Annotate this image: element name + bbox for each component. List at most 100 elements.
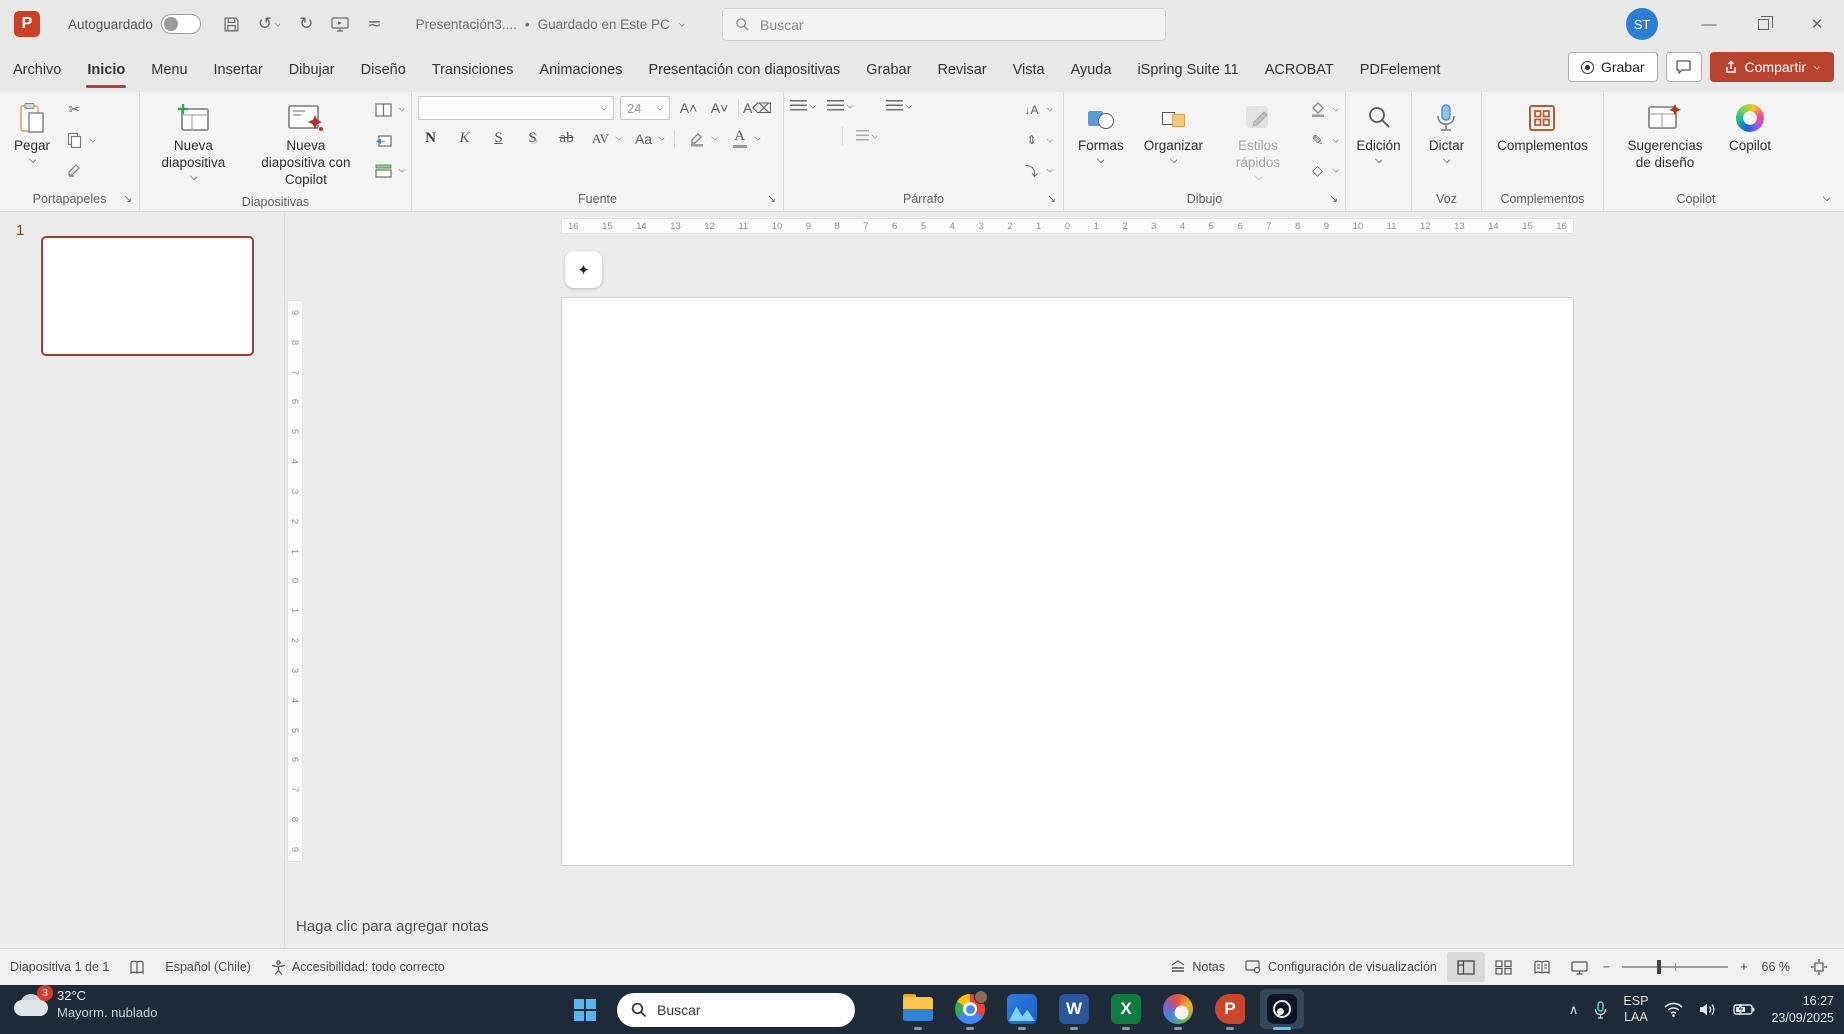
view-slideshow-button[interactable] — [1561, 952, 1599, 982]
shrink-font-button[interactable]: A˅ — [707, 97, 732, 120]
ribbon-tab[interactable]: Ayuda — [1058, 54, 1125, 86]
user-avatar[interactable]: ST — [1626, 8, 1658, 40]
highlight-chevron-icon[interactable] — [711, 134, 718, 141]
vertical-ruler[interactable]: 9 8 7 6 5 4 3 2 1 0 1 2 3 4 5 6 7 8 9 — [287, 300, 303, 862]
text-highlight-button[interactable] — [684, 127, 709, 150]
document-title[interactable]: Presentación3.... • Guardado en Este PC — [416, 17, 685, 32]
reset-slide-button[interactable] — [371, 129, 396, 152]
language-button[interactable]: Español (Chile) — [155, 949, 260, 985]
ribbon-tab[interactable]: Dibujar — [276, 54, 348, 86]
ribbon-tab[interactable]: Transiciones — [419, 54, 527, 86]
copilot-button[interactable]: Copilot — [1721, 96, 1779, 160]
zoom-in-button[interactable]: + — [1736, 949, 1751, 985]
section-button[interactable] — [371, 159, 396, 182]
arrange-button[interactable]: Organizar — [1136, 96, 1211, 168]
redo-icon[interactable]: ↻ — [299, 14, 313, 34]
font-name-combo[interactable] — [418, 96, 614, 120]
zoom-slider-handle[interactable] — [1657, 960, 1662, 974]
format-painter-button[interactable] — [62, 159, 87, 182]
tray-language-indicator[interactable]: ESP LAA — [1623, 994, 1648, 1025]
tray-clock[interactable]: 16:27 23/09/2025 — [1771, 993, 1834, 1027]
numbering-button[interactable] — [827, 100, 853, 113]
tray-battery-icon[interactable] — [1733, 1003, 1755, 1016]
zoom-level[interactable]: 66 % — [1752, 949, 1801, 985]
collapse-ribbon-icon[interactable] — [1822, 193, 1831, 202]
ribbon-tab[interactable]: Archivo — [0, 54, 74, 86]
copy-chevron-icon[interactable] — [89, 136, 96, 142]
font-color-chevron-icon[interactable] — [754, 134, 761, 141]
minimize-button[interactable]: — — [1682, 0, 1736, 48]
spellcheck-button[interactable] — [119, 949, 155, 985]
text-direction-button[interactable]: ↓A — [1019, 98, 1053, 121]
bullets-button[interactable] — [790, 100, 816, 113]
clear-formatting-button[interactable]: A⌫ — [743, 97, 772, 120]
paste-button[interactable]: Pegar — [6, 96, 58, 168]
taskbar-search-input[interactable]: Buscar — [617, 993, 855, 1027]
save-icon[interactable] — [223, 16, 240, 33]
font-color-button[interactable]: A — [727, 127, 752, 150]
ribbon-tab[interactable]: Menu — [138, 54, 200, 86]
ribbon-tab[interactable]: Vista — [1000, 54, 1058, 86]
drawing-dialog-launcher-icon[interactable]: ↘ — [1326, 192, 1341, 207]
taskbar-word[interactable]: W — [1052, 989, 1096, 1030]
shape-effects-button[interactable]: ◇ — [1305, 159, 1339, 182]
undo-icon[interactable]: ↺ — [258, 14, 281, 34]
align-text-button[interactable]: ⇕ — [1019, 129, 1053, 152]
design-ideas-button[interactable]: Sugerencias de diseño — [1613, 96, 1717, 177]
editing-button[interactable]: Edición — [1348, 96, 1408, 168]
tray-wifi-icon[interactable] — [1664, 1002, 1684, 1017]
character-spacing-button[interactable]: AV — [588, 127, 613, 150]
grow-font-button[interactable]: A˄ — [676, 97, 701, 120]
shapes-button[interactable]: Formas — [1070, 96, 1132, 168]
new-slide-copilot-button[interactable]: Nueva diapositiva con Copilot — [245, 96, 367, 194]
taskbar-paint[interactable] — [1156, 989, 1200, 1030]
ribbon-tab[interactable]: PDFelement — [1347, 54, 1454, 86]
underline-button[interactable]: S — [486, 127, 511, 150]
tray-chevron-icon[interactable]: ∧ — [1569, 1002, 1579, 1018]
slide-canvas[interactable] — [561, 297, 1574, 866]
zoom-out-button[interactable]: − — [1599, 949, 1614, 985]
clipboard-dialog-launcher-icon[interactable]: ↘ — [120, 192, 135, 207]
copilot-slide-button[interactable]: ✦ — [565, 251, 602, 288]
shape-outline-button[interactable]: ✎ — [1305, 129, 1339, 152]
share-button[interactable]: Compartir — [1709, 52, 1834, 82]
notes-pane[interactable]: Haga clic para agregar notas — [285, 905, 1844, 948]
taskbar-file-explorer[interactable] — [896, 989, 940, 1030]
convert-smartart-button[interactable]: ⤵ — [1019, 159, 1053, 182]
view-slide-sorter-button[interactable] — [1485, 952, 1523, 982]
ribbon-tab[interactable]: Diseño — [348, 54, 419, 86]
view-normal-button[interactable] — [1446, 952, 1485, 982]
start-button[interactable] — [566, 991, 604, 1029]
accessibility-status[interactable]: Accesibilidad: todo correcto — [261, 949, 455, 985]
taskbar-powerpoint[interactable]: P — [1208, 989, 1252, 1030]
weather-widget[interactable]: 3 32°C Mayorm. nublado — [14, 984, 157, 1020]
font-dialog-launcher-icon[interactable]: ↘ — [764, 192, 779, 207]
zoom-slider[interactable] — [1622, 960, 1729, 974]
taskbar-obs[interactable] — [1260, 989, 1304, 1030]
quick-styles-button[interactable]: Estilos rápidos — [1215, 96, 1301, 185]
paragraph-dialog-launcher-icon[interactable]: ↘ — [1044, 192, 1059, 207]
comments-button[interactable] — [1665, 52, 1702, 82]
horizontal-ruler[interactable]: 16 15 14 13 12 11 10 9 8 7 6 5 4 3 2 1 0 1 2 3 4 5 6 7 8 9 10 11 12 1… — [561, 218, 1574, 234]
new-slide-button[interactable]: Nueva diapositiva — [146, 96, 241, 185]
font-size-combo[interactable]: 24 — [620, 96, 670, 120]
ribbon-tab[interactable]: ACROBAT — [1252, 54, 1347, 86]
taskbar-photos[interactable] — [1000, 989, 1044, 1030]
line-spacing-button[interactable] — [886, 100, 912, 113]
display-settings-button[interactable]: Configuración de visualización — [1235, 949, 1447, 985]
copy-button[interactable] — [62, 129, 87, 152]
autosave-toggle[interactable] — [160, 14, 201, 34]
case-chevron-icon[interactable] — [658, 134, 665, 141]
ribbon-tab[interactable]: Revisar — [924, 54, 999, 86]
layout-chevron-icon[interactable] — [398, 105, 405, 112]
text-shadow-button[interactable]: S — [520, 127, 545, 150]
columns-button[interactable] — [856, 129, 878, 143]
ribbon-tab[interactable]: Grabar — [853, 54, 924, 86]
view-reading-button[interactable] — [1523, 952, 1561, 982]
section-chevron-icon[interactable] — [398, 166, 405, 173]
tray-microphone-icon[interactable] — [1594, 1000, 1607, 1019]
notes-toggle-button[interactable]: Notas — [1160, 949, 1235, 985]
ribbon-tab[interactable]: Insertar — [201, 54, 276, 86]
spacing-chevron-icon[interactable] — [615, 134, 622, 141]
slide-layout-button[interactable] — [371, 98, 396, 121]
